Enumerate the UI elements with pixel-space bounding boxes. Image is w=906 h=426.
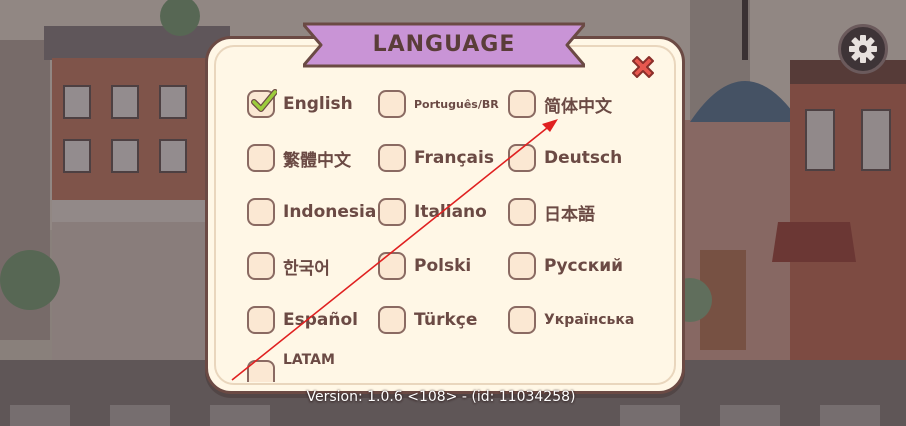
language-label: Українська [544, 312, 635, 328]
language-option-simplified-chinese[interactable]: 简体中文 [508, 90, 612, 118]
language-label: Français [414, 148, 494, 168]
language-label: Português/BR [414, 97, 499, 111]
checkbox[interactable] [247, 89, 277, 118]
language-option-spanish[interactable]: Español [247, 306, 358, 334]
checkbox[interactable] [378, 90, 406, 118]
checkbox[interactable] [508, 144, 536, 172]
language-label: Indonesia [283, 202, 377, 222]
checkbox[interactable] [247, 144, 275, 172]
language-option-japanese[interactable]: 日本語 [508, 198, 595, 226]
version-text: Version: 1.0.6 <108> - (id: 11034258) [306, 389, 576, 405]
checkbox[interactable] [508, 306, 536, 334]
language-option-traditional-chinese[interactable]: 繁體中文 [247, 144, 351, 172]
language-label: Polski [414, 256, 472, 276]
language-option-korean[interactable]: 한국어 [247, 252, 330, 280]
language-option-indonesian[interactable]: Indonesia [247, 198, 376, 226]
language-option-ukrainian[interactable]: Українська [508, 306, 634, 334]
language-label: LATAM [283, 352, 335, 368]
close-button[interactable] [628, 52, 658, 82]
language-label: 日本語 [544, 204, 595, 225]
language-option-italian[interactable]: Italiano [378, 198, 487, 226]
language-option-english[interactable]: English [247, 89, 353, 118]
checkbox[interactable] [247, 360, 275, 382]
checkbox[interactable] [247, 198, 275, 226]
language-option-russian[interactable]: Русский [508, 252, 623, 280]
language-label: Türkçe [414, 310, 478, 330]
dialog-title: LANGUAGE [372, 32, 516, 57]
gear-icon [849, 35, 877, 63]
language-label: English [283, 94, 353, 114]
language-label: Español [283, 310, 358, 330]
checkbox[interactable] [378, 144, 406, 172]
language-option-latam[interactable]: LATAM [247, 352, 335, 382]
language-option-french[interactable]: Français [378, 144, 494, 172]
checkbox[interactable] [508, 198, 536, 226]
language-option-polish[interactable]: Polski [378, 252, 471, 280]
language-option-turkish[interactable]: Türkçe [378, 306, 477, 334]
close-icon [632, 56, 654, 78]
language-label: 繁體中文 [283, 150, 351, 171]
checkbox[interactable] [378, 252, 406, 280]
title-ribbon: LANGUAGE [301, 18, 587, 72]
checkbox[interactable] [378, 306, 406, 334]
checkmark-icon [251, 89, 277, 112]
language-label: Русский [544, 256, 624, 276]
language-label: Deutsch [544, 148, 623, 168]
language-label: 한국어 [283, 258, 330, 279]
language-option-portuguese-br[interactable]: Português/BR [378, 90, 499, 118]
checkbox[interactable] [508, 90, 536, 118]
checkbox[interactable] [508, 252, 536, 280]
language-label: Italiano [414, 202, 487, 222]
checkbox[interactable] [247, 252, 275, 280]
checkbox[interactable] [378, 198, 406, 226]
settings-button[interactable] [838, 24, 888, 74]
language-option-german[interactable]: Deutsch [508, 144, 622, 172]
checkbox[interactable] [247, 306, 275, 334]
language-label: 简体中文 [544, 96, 612, 117]
